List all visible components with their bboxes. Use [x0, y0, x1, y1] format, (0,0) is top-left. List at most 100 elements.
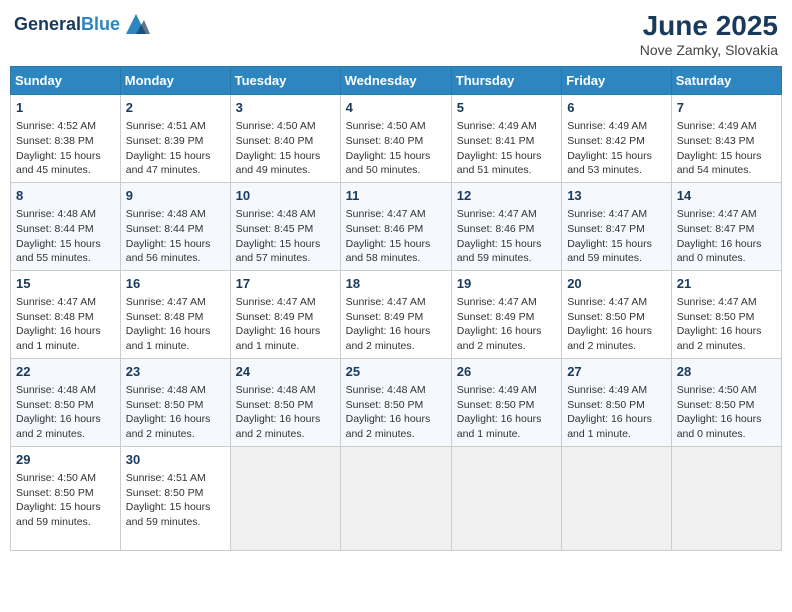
calendar-day-cell: 18Sunrise: 4:47 AMSunset: 8:49 PMDayligh…	[340, 270, 451, 358]
day-info-line: Sunrise: 4:48 AM	[126, 207, 225, 222]
day-info-line: and 2 minutes.	[126, 427, 225, 442]
day-info-line: and 2 minutes.	[346, 427, 446, 442]
day-number: 3	[236, 99, 335, 117]
calendar-day-cell: 19Sunrise: 4:47 AMSunset: 8:49 PMDayligh…	[451, 270, 561, 358]
day-number: 17	[236, 275, 335, 293]
day-number: 9	[126, 187, 225, 205]
logo-icon	[122, 10, 150, 38]
calendar-day-cell: 25Sunrise: 4:48 AMSunset: 8:50 PMDayligh…	[340, 358, 451, 446]
day-number: 10	[236, 187, 335, 205]
logo: GeneralBlue	[14, 10, 150, 38]
day-info-line: Sunset: 8:41 PM	[457, 134, 556, 149]
day-info-line: and 51 minutes.	[457, 163, 556, 178]
day-of-week-header: Wednesday	[340, 67, 451, 95]
day-info-line: Daylight: 16 hours	[567, 324, 666, 339]
day-info-line: and 2 minutes.	[457, 339, 556, 354]
day-info-line: Sunrise: 4:50 AM	[346, 119, 446, 134]
day-info-line: Sunset: 8:50 PM	[346, 398, 446, 413]
day-info-line: Sunset: 8:48 PM	[16, 310, 115, 325]
day-number: 12	[457, 187, 556, 205]
day-info-line: and 1 minute.	[567, 427, 666, 442]
day-info-line: Daylight: 16 hours	[236, 324, 335, 339]
calendar-day-cell: 13Sunrise: 4:47 AMSunset: 8:47 PMDayligh…	[562, 182, 672, 270]
calendar-day-cell: 1Sunrise: 4:52 AMSunset: 8:38 PMDaylight…	[11, 95, 121, 183]
day-of-week-header: Sunday	[11, 67, 121, 95]
calendar-day-cell	[230, 446, 340, 550]
calendar-week-row: 1Sunrise: 4:52 AMSunset: 8:38 PMDaylight…	[11, 95, 782, 183]
calendar-week-row: 15Sunrise: 4:47 AMSunset: 8:48 PMDayligh…	[11, 270, 782, 358]
day-info-line: Daylight: 15 hours	[16, 149, 115, 164]
day-info-line: Sunrise: 4:48 AM	[346, 383, 446, 398]
day-info-line: and 1 minute.	[126, 339, 225, 354]
day-of-week-header: Monday	[120, 67, 230, 95]
day-info-line: Daylight: 15 hours	[346, 149, 446, 164]
day-number: 24	[236, 363, 335, 381]
day-info-line: Daylight: 16 hours	[16, 412, 115, 427]
day-number: 18	[346, 275, 446, 293]
day-info-line: Sunset: 8:49 PM	[236, 310, 335, 325]
day-info-line: Daylight: 15 hours	[126, 237, 225, 252]
day-number: 14	[677, 187, 776, 205]
day-info-line: and 53 minutes.	[567, 163, 666, 178]
day-info-line: Sunset: 8:43 PM	[677, 134, 776, 149]
day-info-line: Daylight: 16 hours	[16, 324, 115, 339]
day-info-line: and 47 minutes.	[126, 163, 225, 178]
day-number: 26	[457, 363, 556, 381]
day-info-line: and 2 minutes.	[346, 339, 446, 354]
day-info-line: and 58 minutes.	[346, 251, 446, 266]
day-number: 11	[346, 187, 446, 205]
day-info-line: Daylight: 15 hours	[346, 237, 446, 252]
day-info-line: Daylight: 16 hours	[126, 324, 225, 339]
day-info-line: Daylight: 16 hours	[457, 412, 556, 427]
day-number: 2	[126, 99, 225, 117]
day-info-line: Sunset: 8:47 PM	[677, 222, 776, 237]
day-info-line: Sunset: 8:50 PM	[16, 398, 115, 413]
day-of-week-header: Tuesday	[230, 67, 340, 95]
day-info-line: Sunset: 8:45 PM	[236, 222, 335, 237]
calendar-day-cell	[671, 446, 781, 550]
calendar-day-cell: 4Sunrise: 4:50 AMSunset: 8:40 PMDaylight…	[340, 95, 451, 183]
day-info-line: Sunrise: 4:48 AM	[16, 383, 115, 398]
calendar-day-cell: 21Sunrise: 4:47 AMSunset: 8:50 PMDayligh…	[671, 270, 781, 358]
day-number: 13	[567, 187, 666, 205]
calendar-day-cell: 29Sunrise: 4:50 AMSunset: 8:50 PMDayligh…	[11, 446, 121, 550]
day-number: 21	[677, 275, 776, 293]
day-info-line: Sunrise: 4:51 AM	[126, 471, 225, 486]
day-info-line: Sunrise: 4:50 AM	[236, 119, 335, 134]
day-info-line: Sunset: 8:38 PM	[16, 134, 115, 149]
day-info-line: Sunset: 8:50 PM	[457, 398, 556, 413]
day-info-line: and 1 minute.	[236, 339, 335, 354]
day-info-line: Sunset: 8:40 PM	[236, 134, 335, 149]
day-info-line: Daylight: 16 hours	[567, 412, 666, 427]
day-info-line: Daylight: 15 hours	[126, 500, 225, 515]
calendar-day-cell	[451, 446, 561, 550]
calendar-day-cell: 10Sunrise: 4:48 AMSunset: 8:45 PMDayligh…	[230, 182, 340, 270]
day-number: 23	[126, 363, 225, 381]
day-info-line: and 57 minutes.	[236, 251, 335, 266]
day-of-week-header: Saturday	[671, 67, 781, 95]
day-info-line: Sunset: 8:50 PM	[567, 310, 666, 325]
day-info-line: Sunset: 8:50 PM	[236, 398, 335, 413]
day-info-line: Sunset: 8:44 PM	[16, 222, 115, 237]
day-number: 8	[16, 187, 115, 205]
calendar-day-cell: 20Sunrise: 4:47 AMSunset: 8:50 PMDayligh…	[562, 270, 672, 358]
day-number: 19	[457, 275, 556, 293]
day-info-line: Daylight: 16 hours	[677, 412, 776, 427]
day-info-line: Daylight: 16 hours	[457, 324, 556, 339]
day-info-line: Sunset: 8:49 PM	[346, 310, 446, 325]
day-info-line: Sunrise: 4:49 AM	[567, 119, 666, 134]
day-info-line: Daylight: 15 hours	[16, 237, 115, 252]
day-info-line: Sunset: 8:50 PM	[126, 486, 225, 501]
day-info-line: Sunrise: 4:47 AM	[346, 207, 446, 222]
day-number: 5	[457, 99, 556, 117]
day-info-line: Daylight: 15 hours	[677, 149, 776, 164]
day-number: 30	[126, 451, 225, 469]
day-info-line: Sunrise: 4:47 AM	[236, 295, 335, 310]
day-info-line: and 56 minutes.	[126, 251, 225, 266]
calendar-day-cell: 27Sunrise: 4:49 AMSunset: 8:50 PMDayligh…	[562, 358, 672, 446]
day-info-line: Sunrise: 4:48 AM	[126, 383, 225, 398]
day-info-line: and 59 minutes.	[457, 251, 556, 266]
day-info-line: Sunrise: 4:47 AM	[346, 295, 446, 310]
calendar-day-cell: 16Sunrise: 4:47 AMSunset: 8:48 PMDayligh…	[120, 270, 230, 358]
calendar-day-cell: 26Sunrise: 4:49 AMSunset: 8:50 PMDayligh…	[451, 358, 561, 446]
